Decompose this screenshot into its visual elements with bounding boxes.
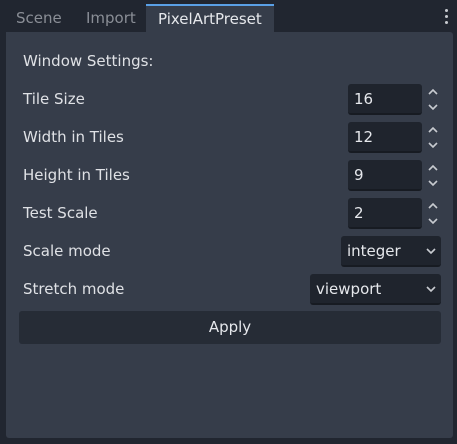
tile-size-spinbox[interactable]: 16 [348,84,422,115]
test-scale-spinbox[interactable]: 2 [348,198,422,229]
up-down-arrows-icon[interactable] [427,122,439,153]
stretch-mode-dropdown[interactable]: viewport [310,274,441,305]
inspector-dock: Scene Import PixelArtPreset Window Setti… [0,0,457,444]
up-down-arrows-icon[interactable] [427,84,439,115]
chevron-down-icon [426,248,436,255]
section-title: Window Settings: [23,52,154,70]
up-down-arrows-icon[interactable] [427,198,439,229]
chevron-down-icon [426,286,436,293]
tab-pixelartpreset[interactable]: PixelArtPreset [146,4,274,32]
test-scale-label: Test Scale [23,204,98,222]
vertical-dots-icon[interactable] [441,9,451,27]
width-in-tiles-label: Width in Tiles [23,128,124,146]
tile-size-value: 16 [354,90,374,108]
width-in-tiles-value: 12 [354,128,374,146]
height-in-tiles-spinbox[interactable]: 9 [348,160,422,191]
width-in-tiles-spinbox[interactable]: 12 [348,122,422,153]
up-down-arrows-icon[interactable] [427,160,439,191]
height-in-tiles-label: Height in Tiles [23,166,130,184]
scale-mode-value: integer [347,242,401,260]
stretch-mode-label: Stretch mode [23,280,125,298]
scale-mode-dropdown[interactable]: integer [341,236,441,267]
plugin-panel: Window Settings: Tile Size 16 Width in T… [6,32,453,438]
tile-size-label: Tile Size [23,90,85,108]
tab-scene[interactable]: Scene [16,4,62,32]
apply-button[interactable]: Apply [19,311,441,344]
test-scale-value: 2 [354,204,364,222]
dock-tab-bar: Scene Import PixelArtPreset [0,0,457,32]
tab-import[interactable]: Import [86,4,136,32]
stretch-mode-value: viewport [316,280,382,298]
height-in-tiles-value: 9 [354,166,364,184]
scale-mode-label: Scale mode [23,242,111,260]
